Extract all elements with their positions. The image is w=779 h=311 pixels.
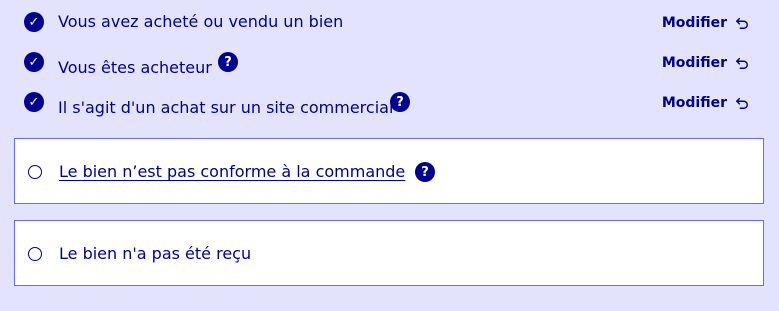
step-label-text: Vous êtes acheteur bbox=[58, 58, 212, 77]
step-row: ✓ Vous êtes acheteur ? Modifier bbox=[24, 52, 749, 80]
question-circle-icon[interactable]: ? bbox=[390, 92, 410, 112]
modify-label: Modifier bbox=[661, 55, 727, 71]
modify-label: Modifier bbox=[661, 95, 727, 111]
radio-button[interactable] bbox=[28, 165, 42, 179]
modify-button[interactable]: Modifier bbox=[662, 95, 749, 111]
radio-button[interactable] bbox=[28, 247, 42, 261]
check-circle-icon: ✓ bbox=[24, 52, 44, 72]
choice-option[interactable]: Le bien n'a pas été reçu bbox=[14, 220, 764, 286]
choice-label[interactable]: Le bien n’est pas conforme à la commande bbox=[59, 162, 405, 182]
step-row: ✓ Il s'agit d'un achat sur un site comme… bbox=[24, 92, 749, 120]
choice-option[interactable]: Le bien n’est pas conforme à la commande… bbox=[14, 138, 764, 204]
modify-button[interactable]: Modifier bbox=[662, 15, 749, 31]
undo-arrow-icon bbox=[736, 57, 748, 69]
undo-arrow-icon bbox=[736, 17, 748, 29]
step-row: ✓ Vous avez acheté ou vendu un bien Modi… bbox=[24, 12, 749, 40]
step-label: Vous êtes acheteur bbox=[58, 58, 212, 78]
step-label: Il s'agit d'un achat sur un site commerc… bbox=[58, 98, 393, 118]
modify-label: Modifier bbox=[661, 15, 727, 31]
question-circle-icon[interactable]: ? bbox=[415, 162, 435, 182]
question-circle-icon[interactable]: ? bbox=[218, 52, 238, 72]
check-circle-icon: ✓ bbox=[24, 92, 44, 112]
step-label: Vous avez acheté ou vendu un bien bbox=[58, 12, 344, 31]
undo-arrow-icon bbox=[736, 97, 748, 109]
choice-label[interactable]: Le bien n'a pas été reçu bbox=[59, 244, 251, 264]
check-circle-icon: ✓ bbox=[24, 12, 44, 32]
step-label-text: Il s'agit d'un achat sur un site commerc… bbox=[58, 98, 394, 117]
modify-button[interactable]: Modifier bbox=[662, 55, 749, 71]
